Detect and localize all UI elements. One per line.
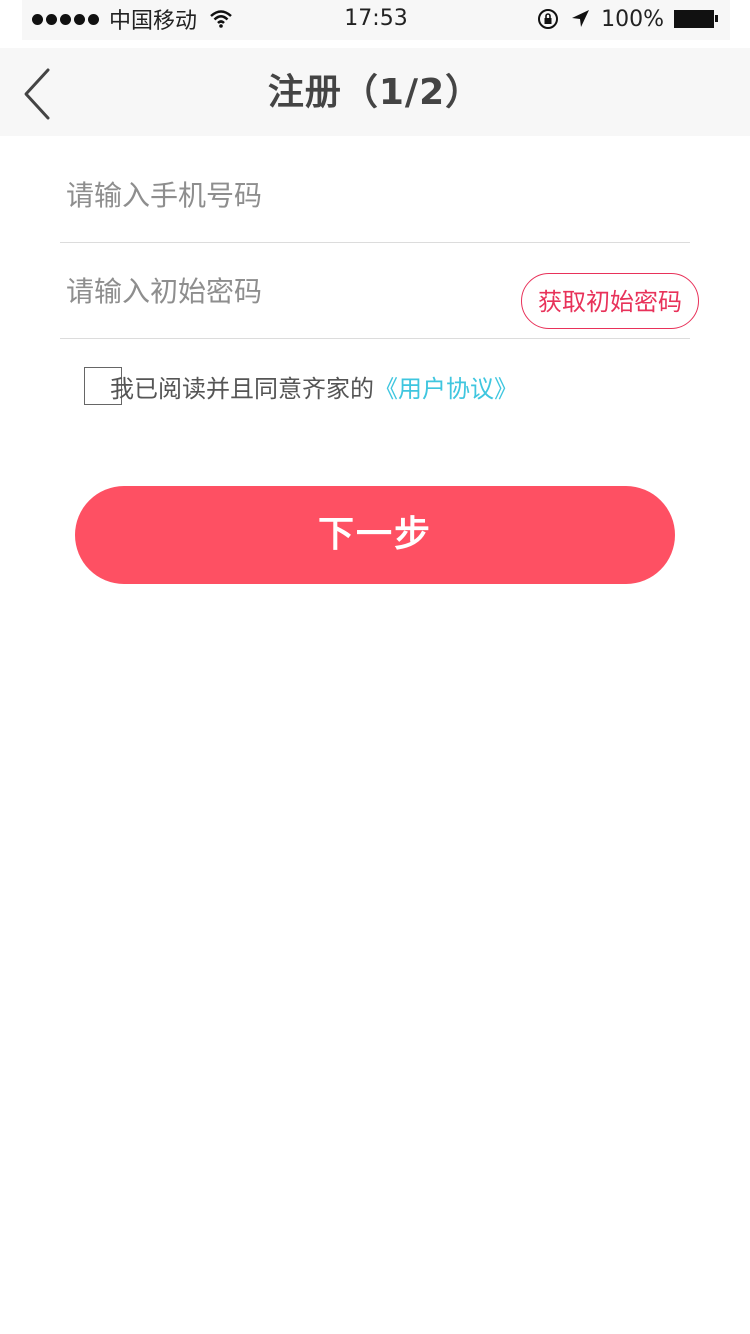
next-step-button[interactable]: 下一步 (75, 486, 675, 584)
agreement-text: 我已阅读并且同意齐家的 (110, 374, 374, 403)
status-bar: 中国移动 17:53 100% (22, 0, 730, 40)
status-right: 100% (537, 4, 718, 34)
phone-input[interactable] (64, 172, 508, 218)
initial-password-input[interactable] (64, 268, 508, 314)
orientation-lock-icon (538, 9, 559, 29)
location-icon (572, 10, 590, 27)
agreement-row: 我已阅读并且同意齐家的 《用户协议》 (84, 366, 518, 406)
page-title: 注册（1/2） (267, 72, 483, 113)
navigation-bar: 注册（1/2） (0, 48, 750, 136)
password-field-row: 获取初始密码 (60, 242, 699, 339)
battery-icon (674, 10, 718, 28)
phone-field-row (60, 146, 690, 243)
get-initial-password-button[interactable]: 获取初始密码 (521, 273, 699, 329)
user-agreement-link[interactable]: 《用户协议》 (374, 369, 518, 404)
battery-percentage: 100% (601, 6, 664, 32)
